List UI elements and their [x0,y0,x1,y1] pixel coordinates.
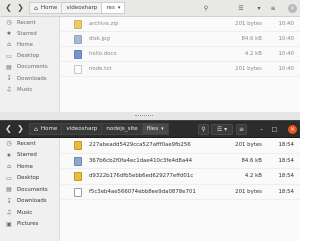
breadcrumb: ⌂ Home videosharp res ▾ [29,2,126,14]
clock-icon: ◷ [6,19,12,27]
home-icon: ⌂ [7,163,11,171]
music-icon: ♫ [6,86,12,94]
file-list: 227abeadd5429cca527afff0ae9fb256 201 byt… [61,138,300,201]
music-icon: ♫ [6,209,12,217]
breadcrumb-videosharp[interactable]: videosharp [61,123,103,135]
desktop-icon: ▭ [6,52,12,60]
view-options-icon[interactable]: ▾ [254,3,264,14]
sidebar-item-music[interactable]: ♫ Music [0,207,59,219]
file-row[interactable]: d9322b176dfb5ebb6ed629277effd01c 4.2 kB … [61,169,300,185]
file-row[interactable]: archive.zip 201 bytes 10:40 [61,17,300,32]
maximize-icon[interactable]: □ [270,124,279,135]
forward-icon[interactable]: ❯ [15,124,26,135]
breadcrumb-nodejs-site[interactable]: nodejs_site [101,123,143,135]
sidebar-item-documents[interactable]: ▤ Documents [0,184,59,196]
document-file-icon [74,50,82,59]
home-icon: ⌂ [34,4,38,12]
window-gap [0,112,300,120]
sidebar-item-music[interactable]: ♫ Music [0,84,59,95]
sidebar-item-recent[interactable]: ◷ Recent [0,138,59,150]
file-row[interactable]: node.txt 201 bytes 10:40 [61,62,300,77]
image-file-icon [74,35,82,44]
sidebar-item-downloads[interactable]: ↧ Downloads [0,196,59,208]
document-icon: ▤ [6,63,12,71]
home-icon: ⌂ [34,125,38,133]
breadcrumb-home[interactable]: ⌂ Home [29,2,63,14]
menu-icon[interactable]: ≡ [268,3,278,14]
back-icon[interactable]: ❮ [3,124,14,135]
file-row[interactable]: hello.docx 4.2 kB 10:40 [61,47,300,62]
search-icon[interactable]: ⚲ [201,3,211,14]
close-icon[interactable]: × [288,125,297,134]
clock-icon: ◷ [6,140,12,148]
sidebar-item-downloads[interactable]: ↧ Downloads [0,73,59,84]
list-view-icon[interactable]: ☰ [236,3,246,14]
file-manager-window-bottom: ❮ ❯ ⌂ Home videosharp nodejs_site files … [0,120,300,241]
zip-file-icon [74,141,82,150]
file-row[interactable]: 367b6cb2f0fa4ec1dae410c3fe4d8a44 84.6 kB… [61,154,300,170]
text-file-icon [74,65,82,74]
breadcrumb: ⌂ Home videosharp nodejs_site files ▾ [29,123,169,135]
sidebar-item-home[interactable]: ⌂ Home [0,39,59,50]
breadcrumb-res[interactable]: res ▾ [101,2,126,14]
file-row[interactable]: 227abeadd5429cca527afff0ae9fb256 201 byt… [61,138,300,154]
back-icon[interactable]: ❮ [3,3,14,14]
sidebar: ◷ Recent ★ Starred ⌂ Home ▭ Desktop ▤ Documen… [0,138,60,241]
sidebar-item-desktop[interactable]: ▭ Desktop [0,173,59,185]
sidebar-item-pictures[interactable]: ▣ Pictures [0,219,59,231]
picture-icon: ▣ [6,220,12,228]
sidebar-item-recent[interactable]: ◷ Recent [0,17,59,28]
file-row[interactable]: f5c3eb4ae566074ebb8ee9da0878e701 201 byt… [61,185,300,201]
download-icon: ↧ [6,197,12,205]
star-icon: ★ [6,30,12,38]
minimize-icon[interactable]: – [257,124,266,135]
download-icon: ↧ [6,75,12,83]
chevron-down-icon: ▾ [117,5,121,11]
header-bar: ❮ ❯ ⌂ Home videosharp nodejs_site files … [0,121,300,138]
sidebar-item-home[interactable]: ⌂ Home [0,161,59,173]
home-icon: ⌂ [7,41,11,49]
sidebar: ◷ Recent ★ Starred ⌂ Home ▭ Desktop ▤ Documen… [0,17,60,112]
breadcrumb-home[interactable]: ⌂ Home [29,123,63,135]
file-manager-window-top: ❮ ❯ ⌂ Home videosharp res ▾ ⚲ ☰ ▾ ≡ × ◷ R… [0,0,300,112]
zip-file-icon [74,20,82,29]
divider [135,115,153,116]
pdf-file-icon [74,172,82,182]
header-bar: ❮ ❯ ⌂ Home videosharp res ▾ ⚲ ☰ ▾ ≡ × [0,0,300,17]
image-file-icon [74,156,82,166]
generic-file-icon [74,187,82,197]
menu-icon[interactable]: ≡ [236,124,247,135]
star-icon: ★ [6,151,12,159]
desktop-icon: ▭ [6,174,12,182]
sidebar-item-starred[interactable]: ★ Starred [0,150,59,162]
list-view-button[interactable]: ☰ ▾ [211,124,233,135]
file-list: archive.zip 201 bytes 10:40 disk.jpg 84.… [61,17,300,77]
breadcrumb-files[interactable]: files ▾ [141,123,169,135]
sidebar-item-desktop[interactable]: ▭ Desktop [0,51,59,62]
sidebar-item-starred[interactable]: ★ Starred [0,28,59,39]
close-icon[interactable]: × [288,4,297,13]
chevron-down-icon: ▾ [161,126,164,132]
sidebar-item-documents[interactable]: ▤ Documents [0,62,59,73]
forward-icon[interactable]: ❯ [15,3,26,14]
document-icon: ▤ [6,186,12,194]
breadcrumb-videosharp[interactable]: videosharp [61,2,103,14]
file-row[interactable]: disk.jpg 84.6 kB 10:40 [61,32,300,47]
search-icon[interactable]: ⚲ [198,124,209,135]
